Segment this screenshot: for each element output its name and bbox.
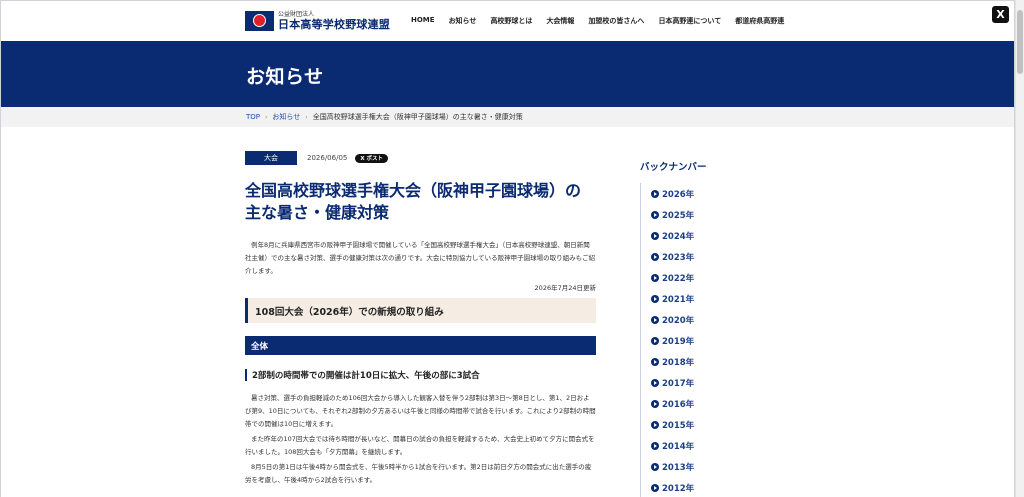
nav-member-schools[interactable]: 加盟校の皆さんへ	[588, 16, 644, 26]
article: 大会 2026/06/05 X ポスト 全国高校野球選手権大会（阪神甲子園球場）…	[245, 151, 596, 487]
breadcrumb-current: 全国高校野球選手権大会（阪神甲子園球場）の主な暑さ・健康対策	[312, 113, 523, 121]
year-link[interactable]: 2022年	[641, 267, 770, 288]
circle-chevron-right-icon	[651, 462, 659, 471]
year-link[interactable]: 2020年	[641, 309, 770, 330]
year-label: 2013年	[662, 462, 695, 473]
browser-viewport: 公益財団法人 日本高等学校野球連盟 HOME お知らせ 高校野球とは 大会情報 …	[0, 0, 1015, 497]
year-label: 2021年	[662, 294, 695, 305]
chevron-right-icon: ›	[305, 113, 308, 121]
year-label: 2019年	[662, 336, 695, 347]
sidebar-backnumber: バックナンバー 2026年 2025年 2024年 2023年 2022年 20…	[640, 159, 770, 497]
circle-chevron-right-icon	[651, 420, 659, 429]
circle-chevron-right-icon	[651, 294, 659, 303]
year-link[interactable]: 2026年	[641, 183, 770, 204]
sidebar-heading: バックナンバー	[640, 162, 707, 173]
year-link[interactable]: 2023年	[641, 246, 770, 267]
chevron-right-icon: ›	[265, 113, 268, 121]
circle-chevron-right-icon	[651, 336, 659, 345]
year-link[interactable]: 2021年	[641, 288, 770, 309]
circle-chevron-right-icon	[651, 441, 659, 450]
nav-news[interactable]: お知らせ	[449, 16, 477, 26]
section-heading: 108回大会（2026年）での新規の取り組み	[245, 298, 596, 323]
article-paragraph: また昨年の107回大会では待ち時間が長いなど、開幕日の試合の負担を軽減するため、…	[245, 435, 595, 456]
scrollbar[interactable]	[1015, 0, 1024, 497]
circle-chevron-right-icon	[651, 357, 659, 366]
year-link[interactable]: 2018年	[641, 351, 770, 372]
circle-chevron-right-icon	[651, 483, 659, 492]
article-lead: 例年8月に兵庫県西宮市の阪神甲子園球場で開催している「全国高校野球選手権大会」（…	[245, 241, 596, 275]
year-label: 2020年	[662, 315, 695, 326]
x-logo-icon[interactable]: X	[992, 6, 1009, 23]
circle-chevron-right-icon	[651, 231, 659, 240]
year-link[interactable]: 2012年	[641, 477, 770, 497]
nav-tournaments[interactable]: 大会情報	[546, 16, 574, 26]
nav-about-baseball[interactable]: 高校野球とは	[490, 16, 532, 26]
sub-heading: 2部制の時間帯での開催は計10日に拡大、午後の部に3試合	[245, 369, 596, 381]
year-link[interactable]: 2014年	[641, 435, 770, 456]
year-link[interactable]: 2024年	[641, 225, 770, 246]
updated-date: 2026年7月24日更新	[534, 284, 596, 292]
site-logo[interactable]: 公益財団法人 日本高等学校野球連盟	[245, 11, 390, 31]
year-label: 2024年	[662, 231, 695, 242]
article-paragraph: 暑さ対策、選手の負担軽減のため106回大会から導入した観客入替を伴う2部制は第3…	[245, 394, 596, 428]
article-title: 全国高校野球選手権大会（阪神甲子園球場）の主な暑さ・健康対策	[245, 181, 582, 222]
circle-chevron-right-icon	[651, 189, 659, 198]
breadcrumb-top[interactable]: TOP	[246, 113, 260, 121]
nav-about-federation[interactable]: 日本高野連について	[658, 16, 721, 26]
year-link[interactable]: 2017年	[641, 372, 770, 393]
year-label: 2017年	[662, 378, 695, 389]
circle-chevron-right-icon	[651, 210, 659, 219]
year-label: 2023年	[662, 252, 695, 263]
circle-chevron-right-icon	[651, 399, 659, 408]
circle-chevron-right-icon	[651, 378, 659, 387]
year-label: 2012年	[662, 483, 695, 494]
circle-chevron-right-icon	[651, 315, 659, 324]
breadcrumb-news[interactable]: お知らせ	[272, 112, 300, 122]
year-label: 2015年	[662, 420, 695, 431]
bar-heading: 全体	[245, 336, 596, 355]
year-link[interactable]: 2025年	[641, 204, 770, 225]
page-banner: お知らせ	[1, 41, 1014, 107]
page-title: お知らせ	[246, 66, 324, 88]
circle-chevron-right-icon	[651, 252, 659, 261]
article-date: 2026/06/05	[307, 154, 348, 162]
year-label: 2025年	[662, 210, 695, 221]
breadcrumb-row: TOP › お知らせ › 全国高校野球選手権大会（阪神甲子園球場）の主な暑さ・健…	[246, 112, 523, 122]
org-name: 日本高等学校野球連盟	[278, 18, 390, 31]
x-post-button[interactable]: X ポスト	[355, 153, 389, 163]
nav-home[interactable]: HOME	[411, 16, 435, 26]
category-badge[interactable]: 大会	[245, 151, 297, 165]
article-meta: 大会 2026/06/05 X ポスト	[245, 151, 596, 165]
year-list: 2026年 2025年 2024年 2023年 2022年 2021年 2020…	[640, 183, 770, 497]
year-link[interactable]: 2019年	[641, 330, 770, 351]
nav-prefectural[interactable]: 都道府県高野連	[735, 16, 784, 26]
year-label: 2022年	[662, 273, 695, 284]
year-label: 2018年	[662, 357, 695, 368]
global-nav: HOME お知らせ 高校野球とは 大会情報 加盟校の皆さんへ 日本高野連について…	[411, 16, 784, 26]
logo-text: 公益財団法人 日本高等学校野球連盟	[278, 12, 390, 31]
year-label: 2016年	[662, 399, 695, 410]
year-link[interactable]: 2016年	[641, 393, 770, 414]
year-link[interactable]: 2015年	[641, 414, 770, 435]
year-label: 2026年	[662, 189, 695, 200]
scrollbar-thumb[interactable]	[1017, 10, 1023, 74]
site-header: 公益財団法人 日本高等学校野球連盟 HOME お知らせ 高校野球とは 大会情報 …	[1, 1, 1014, 41]
article-paragraph: 8月5日の第1日は午後4時から開会式を、午後5時半から1試合を行います。第2日は…	[245, 463, 592, 484]
jhbf-logo-icon	[245, 11, 274, 31]
year-link[interactable]: 2013年	[641, 456, 770, 477]
year-label: 2014年	[662, 441, 695, 452]
breadcrumb: TOP › お知らせ › 全国高校野球選手権大会（阪神甲子園球場）の主な暑さ・健…	[1, 107, 1014, 127]
circle-chevron-right-icon	[651, 273, 659, 282]
